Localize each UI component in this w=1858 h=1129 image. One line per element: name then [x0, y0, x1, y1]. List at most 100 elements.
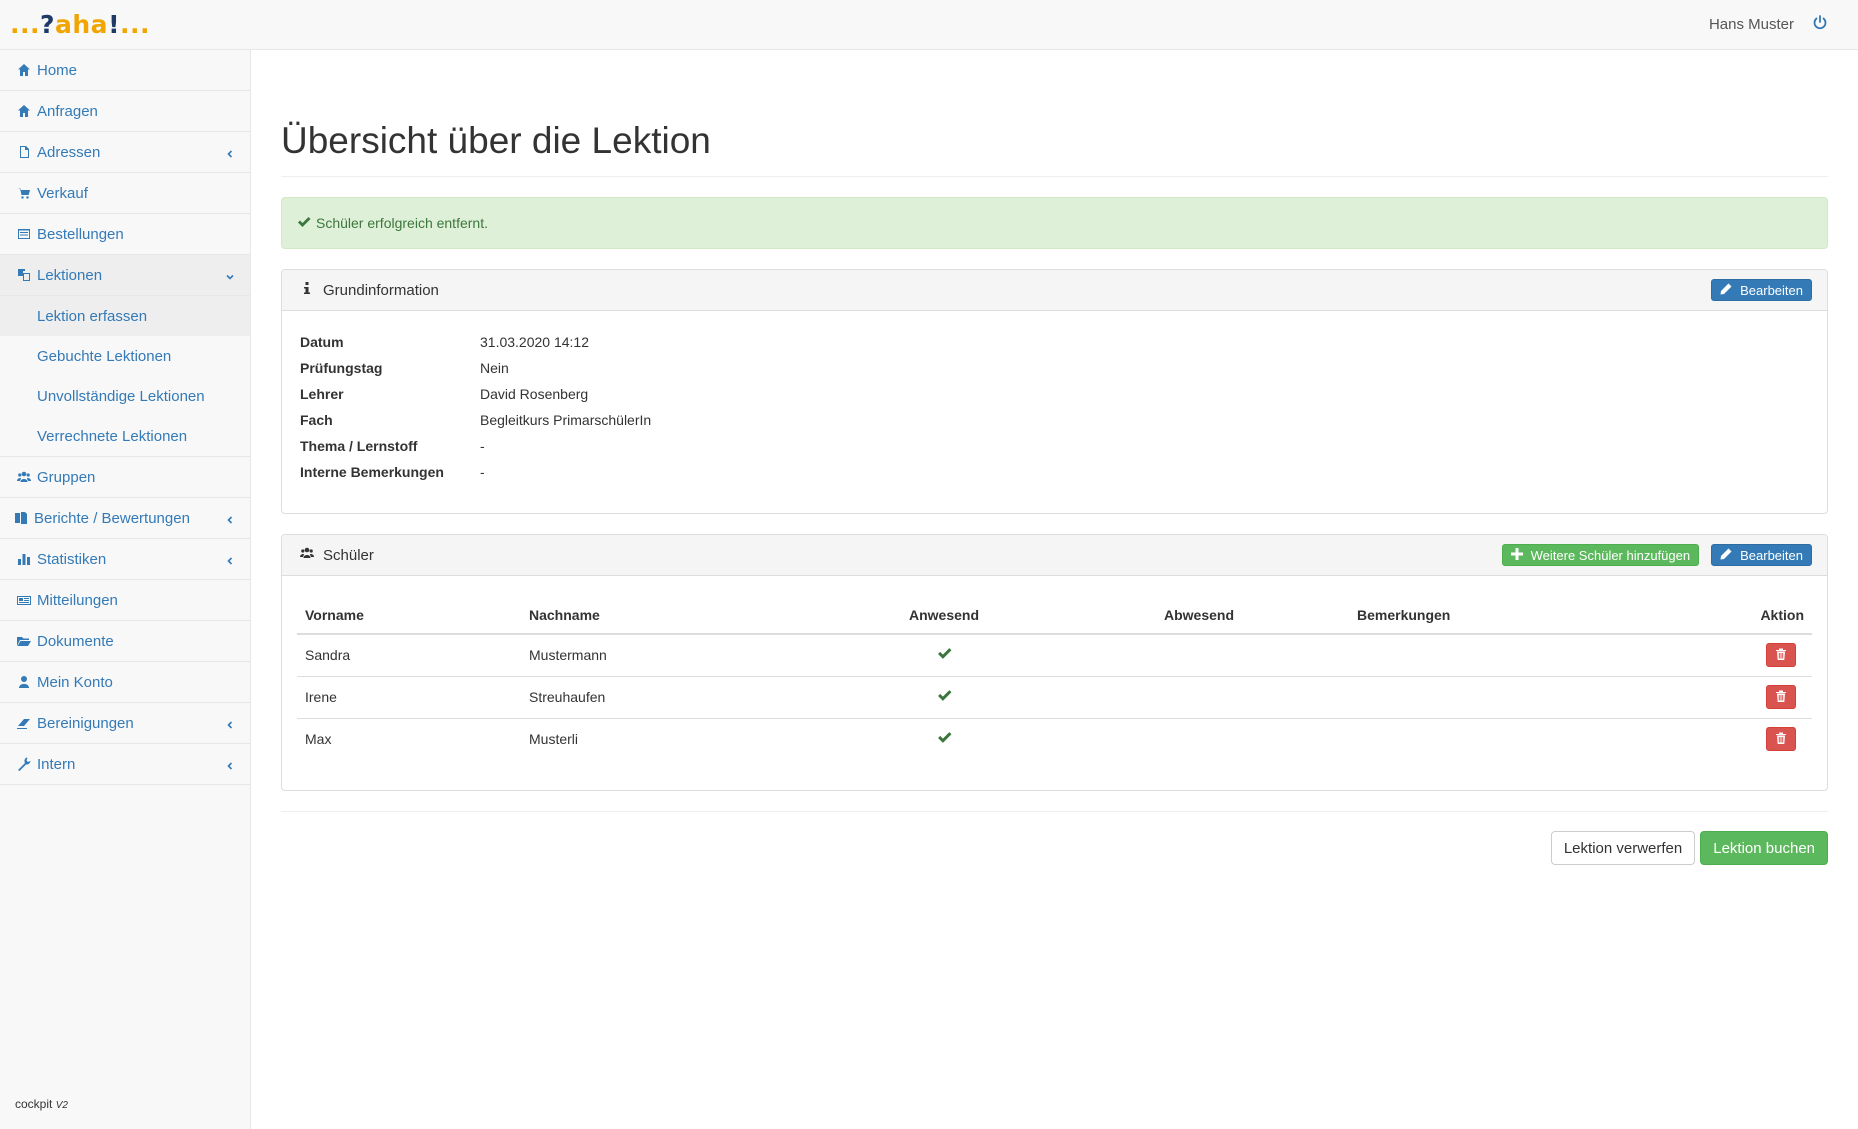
sidebar-subitem-lektion-erfassen[interactable]: Lektion erfassen [0, 296, 250, 336]
sidebar-item-label: Home [37, 61, 78, 79]
footer-actions: Lektion verwerfen Lektion buchen [281, 831, 1828, 865]
power-icon[interactable] [1812, 14, 1828, 35]
bar-chart-icon [17, 552, 31, 566]
cell-abwesend [1049, 718, 1349, 760]
user-area: Hans Muster [1709, 14, 1828, 35]
files-icon [14, 511, 28, 525]
chevron-left-icon [225, 512, 235, 524]
students-table-wrapper: Vorname Nachname Anwesend Abwesend Bemer… [282, 576, 1827, 790]
alert-text: Schüler erfolgreich entfernt. [316, 215, 488, 231]
chevron-left-icon [225, 758, 235, 770]
sidebar-subitem-verrechnete-lektionen[interactable]: Verrechnete Lektionen [0, 416, 250, 456]
col-header-anwesend: Anwesend [839, 596, 1049, 635]
cell-bemerkungen [1349, 634, 1649, 677]
table-row: Max Musterli [297, 718, 1812, 760]
chevron-down-icon [225, 269, 235, 280]
version-name: cockpit [15, 1097, 53, 1111]
chevron-left-icon [225, 717, 235, 729]
sidebar-subitem-gebuchte-lektionen[interactable]: Gebuchte Lektionen [0, 336, 250, 376]
info-panel: Grundinformation Bearbeiten Datum 31.03.… [281, 269, 1828, 514]
book-lesson-button[interactable]: Lektion buchen [1700, 831, 1828, 865]
delete-student-button[interactable] [1766, 727, 1796, 752]
delete-student-button[interactable] [1766, 685, 1796, 709]
sidebar-item-label: Gruppen [37, 468, 96, 486]
main-content: Übersicht über die Lektion Schüler erfol… [281, 50, 1828, 865]
pencil-icon [1720, 283, 1740, 298]
sidebar-item-dokumente[interactable]: Dokumente [0, 621, 250, 662]
wrench-icon [17, 757, 31, 771]
sidebar-item-label: Mitteilungen [37, 591, 118, 609]
pencil-icon [1720, 548, 1740, 563]
user-name[interactable]: Hans Muster [1709, 16, 1794, 33]
sidebar-item-anfragen[interactable]: Anfragen [0, 91, 250, 132]
home-icon [17, 104, 31, 118]
col-header-aktion: Aktion [1648, 596, 1812, 635]
sidebar-item-label: Anfragen [37, 102, 98, 120]
info-row-lehrer: Lehrer David Rosenberg [300, 381, 1809, 407]
sidebar-item-verkauf[interactable]: Verkauf [0, 173, 250, 214]
edit-info-button[interactable]: Bearbeiten [1711, 279, 1812, 301]
info-row-fach: Fach Begleitkurs PrimarschülerIn [300, 407, 1809, 433]
sidebar: Home Anfragen Adressen Verkauf Bestellun… [0, 50, 251, 1129]
user-icon [17, 675, 31, 689]
sidebar-item-intern[interactable]: Intern [0, 744, 250, 785]
home-icon [17, 63, 31, 77]
footer-divider [281, 811, 1828, 812]
success-alert: Schüler erfolgreich entfernt. [281, 197, 1828, 249]
students-table: Vorname Nachname Anwesend Abwesend Bemer… [297, 596, 1812, 760]
cart-icon [17, 186, 31, 200]
page-title: Übersicht über die Lektion [281, 88, 1828, 177]
cell-bemerkungen [1349, 718, 1649, 760]
add-students-label: Weitere Schüler hinzufügen [1530, 547, 1691, 563]
info-label: Interne Bemerkungen [300, 464, 444, 480]
students-panel-title: Schüler [300, 546, 374, 564]
sidebar-item-label: Verkauf [37, 184, 88, 202]
sidebar-item-gruppen[interactable]: Gruppen [0, 457, 250, 498]
sidebar-item-bestellungen[interactable]: Bestellungen [0, 214, 250, 255]
sidebar-item-label: Dokumente [37, 632, 114, 650]
col-header-bemerkungen: Bemerkungen [1349, 596, 1649, 635]
aha-logo[interactable]: ...?aha!... [10, 10, 150, 39]
table-header-row: Vorname Nachname Anwesend Abwesend Bemer… [297, 596, 1812, 635]
sidebar-item-berichte[interactable]: Berichte / Bewertungen [0, 498, 250, 539]
users-icon [17, 470, 31, 484]
edit-info-label: Bearbeiten [1740, 282, 1803, 298]
logo-dots-left: ... [10, 10, 40, 39]
sidebar-item-mein-konto[interactable]: Mein Konto [0, 662, 250, 703]
edit-students-button[interactable]: Bearbeiten [1711, 544, 1812, 566]
info-panel-title-text: Grundinformation [323, 281, 439, 299]
add-students-button[interactable]: Weitere Schüler hinzufügen [1501, 544, 1700, 566]
info-value: Begleitkurs PrimarschülerIn [480, 412, 652, 428]
copy-icon [17, 268, 31, 282]
info-panel-title: Grundinformation [300, 281, 439, 299]
cell-aktion [1649, 718, 1812, 760]
lektionen-submenu: Lektion erfassen [0, 296, 250, 336]
cell-abwesend [1049, 676, 1349, 719]
delete-student-button[interactable] [1766, 643, 1796, 668]
table-row: Sandra Mustermann [297, 634, 1812, 677]
info-value: - [480, 464, 485, 480]
sidebar-item-statistiken[interactable]: Statistiken [0, 539, 250, 580]
newspaper-icon [17, 593, 31, 607]
sidebar-item-lektionen[interactable]: Lektionen [0, 255, 250, 296]
sidebar-item-home[interactable]: Home [0, 50, 250, 91]
check-icon [937, 732, 952, 748]
info-row-thema: Thema / Lernstoff - [300, 433, 1809, 459]
logo-bang: ! [108, 10, 120, 39]
cell-aktion [1648, 676, 1812, 719]
sidebar-item-label: Bereinigungen [37, 714, 134, 732]
students-panel-title-text: Schüler [323, 546, 374, 564]
cell-bemerkungen [1349, 676, 1649, 719]
info-row-pruefungstag: Prüfungstag Nein [300, 355, 1809, 381]
students-panel: Schüler Weitere Schüler hinzufügen Bearb… [281, 534, 1828, 791]
users-icon [300, 546, 323, 564]
info-label: Thema / Lernstoff [300, 438, 418, 454]
sidebar-item-adressen[interactable]: Adressen [0, 132, 250, 173]
sidebar-item-mitteilungen[interactable]: Mitteilungen [0, 580, 250, 621]
sidebar-subitem-unvollstaendige-lektionen[interactable]: Unvollständige Lektionen [0, 376, 250, 416]
sidebar-item-bereinigungen[interactable]: Bereinigungen [0, 703, 250, 744]
cell-anwesend [839, 634, 1049, 677]
students-panel-actions: Weitere Schüler hinzufügen Bearbeiten [1501, 544, 1812, 566]
discard-lesson-button[interactable]: Lektion verwerfen [1550, 831, 1696, 865]
chevron-left-icon [225, 146, 235, 158]
